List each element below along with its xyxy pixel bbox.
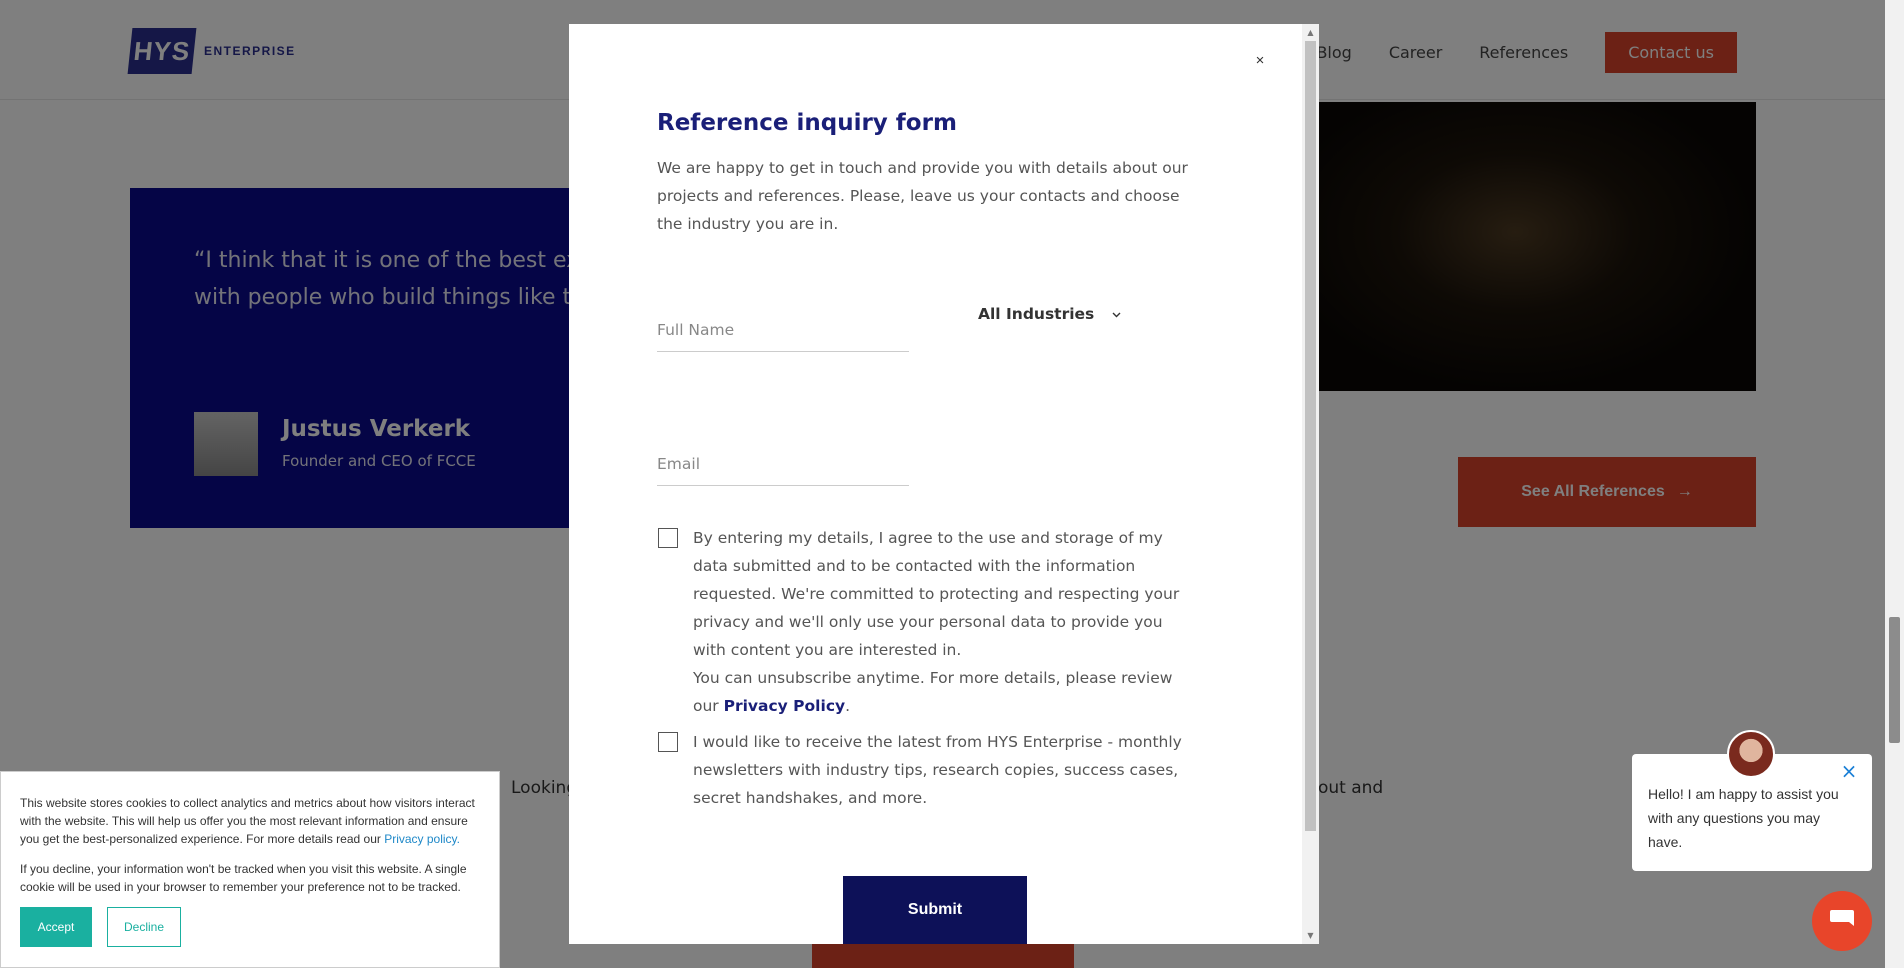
consent-label: By entering my details, I agree to the u… [693, 529, 1180, 659]
email-input[interactable] [657, 446, 909, 482]
chevron-down-icon [1112, 308, 1121, 321]
industry-select-value: All Industries [978, 305, 1095, 323]
chat-launcher-button[interactable] [1812, 891, 1872, 951]
cookie-text-1: This website stores cookies to collect a… [20, 794, 480, 848]
chat-agent-avatar [1727, 730, 1775, 778]
submit-button[interactable]: Submit [843, 876, 1027, 944]
chat-bubble-icon [1827, 904, 1857, 938]
page-scrollbar-thumb[interactable] [1889, 617, 1900, 743]
consent-checkbox[interactable] [658, 528, 678, 548]
newsletter-label: I would like to receive the latest from … [693, 733, 1182, 807]
newsletter-checkbox[interactable] [658, 732, 678, 752]
chat-greeting-text: Hello! I am happy to assist you with any… [1648, 786, 1839, 850]
reference-inquiry-modal: × Reference inquiry form We are happy to… [569, 24, 1319, 944]
modal-scrollbar[interactable]: ▲ ▼ [1302, 24, 1319, 944]
decline-cookies-button[interactable]: Decline [107, 907, 181, 947]
email-field [657, 446, 909, 486]
page-scrollbar[interactable] [1885, 0, 1904, 968]
chat-close-icon[interactable]: × [1840, 761, 1858, 781]
form-title: Reference inquiry form [657, 110, 957, 136]
cookie-banner: This website stores cookies to collect a… [0, 771, 500, 968]
privacy-policy-link[interactable]: Privacy Policy [724, 697, 846, 715]
full-name-input[interactable] [657, 312, 909, 348]
modal-scrollbar-thumb[interactable] [1305, 41, 1316, 831]
accept-cookies-button[interactable]: Accept [20, 907, 92, 947]
scroll-down-icon[interactable]: ▼ [1302, 927, 1319, 944]
close-icon[interactable]: × [1250, 50, 1270, 70]
cookie-text-2: If you decline, your information won't b… [20, 862, 467, 894]
form-intro: We are happy to get in touch and provide… [657, 159, 1188, 233]
consent-text: By entering my details, I agree to the u… [693, 529, 1180, 715]
scroll-up-icon[interactable]: ▲ [1302, 24, 1319, 41]
full-name-field [657, 312, 909, 352]
industry-select[interactable]: All Industries [978, 305, 1121, 323]
cookie-privacy-link[interactable]: Privacy policy. [384, 832, 460, 846]
